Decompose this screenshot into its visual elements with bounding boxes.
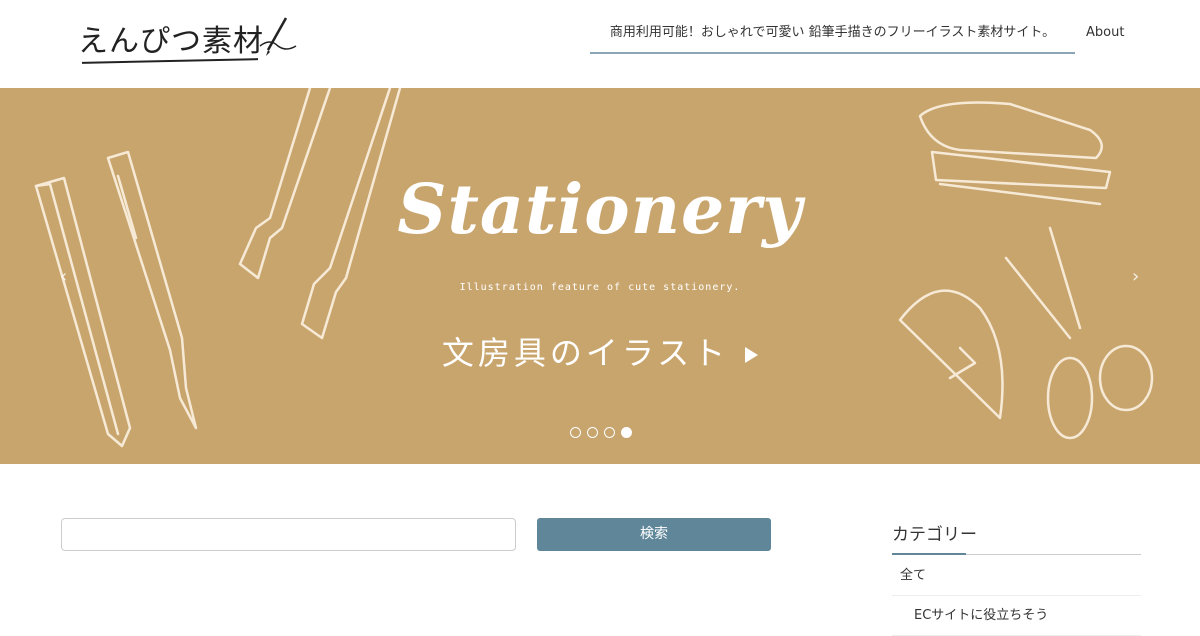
slider-dot-3[interactable] [604, 427, 615, 438]
hero-subtitle: Illustration feature of cute stationery. [459, 282, 741, 293]
slider-dot-1[interactable] [570, 427, 581, 438]
slider-dot-2[interactable] [587, 427, 598, 438]
logo-text: えんぴつ素材 [78, 24, 264, 59]
stapler-icon [918, 101, 1103, 160]
hero-cta-label: 文房具のイラスト [441, 334, 730, 372]
site-tagline[interactable]: 商用利用可能！おしゃれで可愛い 鉛筆手描きのフリーイラスト素材サイト。 [590, 22, 1075, 54]
nav-about-link[interactable]: About [1086, 22, 1124, 44]
stationery-illustrations [34, 88, 1154, 448]
category-item-ec[interactable]: ECサイトに役立ちそう [892, 596, 1141, 636]
play-triangle-icon [745, 347, 759, 363]
slider-prev-arrow[interactable]: ‹ [60, 266, 67, 287]
slider-dots [570, 427, 632, 438]
site-header: えんぴつ素材 商用利用可能！おしゃれで可愛い 鉛筆手描きのフリーイラスト素材サイ… [0, 0, 1200, 88]
category-item-all[interactable]: 全て [892, 556, 1141, 596]
slider-next-arrow[interactable]: › [1132, 266, 1139, 287]
slider-dot-4[interactable] [621, 427, 632, 438]
hero-slider[interactable]: Stationery Illustration feature of cute … [0, 88, 1200, 464]
search-button[interactable]: 検索 [537, 518, 771, 551]
site-logo[interactable]: えんぴつ素材 [74, 14, 304, 70]
category-heading-accent [892, 553, 966, 555]
category-heading: カテゴリー [892, 525, 977, 545]
hero-title: Stationery [397, 170, 803, 250]
hero-cta-link[interactable]: 文房具のイラスト [0, 328, 1200, 374]
search-input[interactable] [61, 518, 516, 551]
pen-icon [259, 17, 297, 56]
